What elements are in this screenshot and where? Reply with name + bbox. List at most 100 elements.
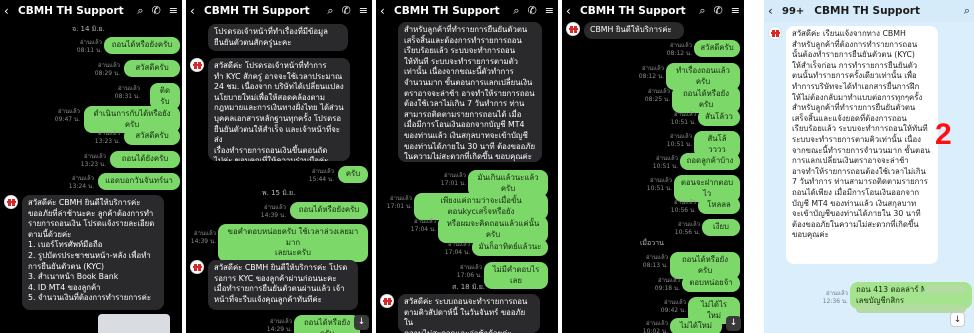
message-time: อ่านแล้ว 09:47 น.: [54, 108, 80, 123]
message-time: อ่านแล้ว 08:11 น.: [76, 39, 102, 54]
search-icon[interactable]: ⌕: [513, 4, 519, 18]
chat-body: สำหรับลูกค้าที่ทำรายการยืนยันตัวตน เสร็จ…: [376, 22, 558, 333]
redacted-text: [856, 305, 966, 313]
redacted-text: [924, 285, 966, 293]
message-time: อ่านแล้ว 13:24 น.: [68, 175, 94, 190]
phone-icon[interactable]: ✆: [528, 4, 537, 18]
outgoing-message: ถอนได้หรือยังครับ: [294, 315, 360, 333]
phone-icon[interactable]: ✆: [152, 4, 161, 18]
chat-body: สวัสดีค่ะ เรียนแจ้งจากทาง CBMH สำหรับลูก…: [764, 22, 974, 333]
search-icon[interactable]: ⌕: [699, 4, 705, 18]
cbmh-avatar-icon: [4, 195, 18, 209]
chat-panel-4: ‹ CBMH TH Support ⌕ ✆ ≡ CBMH ยินดีให้บริ…: [562, 0, 744, 333]
menu-icon[interactable]: ≡: [731, 4, 740, 18]
message-time: อ่านแล้ว 08:31 น.: [114, 85, 140, 100]
menu-icon[interactable]: ≡: [359, 4, 368, 18]
search-icon[interactable]: ⌕: [964, 4, 970, 18]
menu-icon[interactable]: ≡: [545, 4, 554, 18]
back-arrow-icon[interactable]: ‹: [190, 4, 204, 18]
chat-title: CBMH TH Support: [814, 5, 920, 17]
outgoing-message: ไม่มีคำตอบไรเลย: [484, 262, 548, 290]
message-time: อ่านแล้ว 08:25 น.: [644, 88, 670, 103]
message-time: อ่านแล้ว 10:51 น.: [646, 177, 672, 192]
message-time: อ่านแล้ว 14:39 น.: [260, 204, 286, 219]
back-arrow-icon[interactable]: ‹: [768, 4, 782, 18]
search-icon[interactable]: ⌕: [327, 4, 333, 18]
chat-title: CBMH TH Support: [580, 5, 686, 17]
message-time: อ่านแล้ว 10:56 น.: [674, 221, 700, 236]
phone-icon[interactable]: ✆: [342, 4, 351, 18]
incoming-message: CBMH ยินดีให้บริการค่ะ: [584, 22, 684, 39]
message-time: อ่านแล้ว 12:36 น.: [822, 290, 848, 305]
chat-title: CBMH TH Support: [204, 5, 310, 17]
chat-title: CBMH TH Support: [394, 5, 500, 17]
chat-body: CBMH ยินดีให้บริการค่ะ อ่านแล้ว 08:12 น.…: [562, 22, 744, 333]
back-arrow-icon[interactable]: ‹: [566, 4, 580, 18]
message-time: อ่านแล้ว 08:12 น.: [638, 65, 664, 80]
outgoing-message: สวัสดีครับ: [124, 128, 180, 145]
scroll-down-icon[interactable]: ↓: [950, 312, 965, 327]
message-time: อ่านแล้ว 08:29 น.: [94, 62, 120, 77]
chat-header: ‹ CBMH TH Support ⌕ ✆ ≡: [376, 0, 558, 22]
message-time: อ่านแล้ว 08:12 น.: [666, 42, 692, 57]
incoming-message: สวัสดีค่ะ เรียนแจ้งจากทาง CBMH สำหรับลูก…: [786, 26, 938, 264]
message-time: อ่านแล้ว 17:06 น.: [456, 264, 482, 279]
menu-icon[interactable]: ≡: [169, 4, 178, 18]
chat-title: CBMH TH Support: [18, 5, 124, 17]
date-separator: พ. 15 มิ.ย.: [262, 189, 296, 197]
date-separator: เมื่อวาน: [640, 239, 664, 247]
chat-panel-2: ‹ CBMH TH Support ⌕ ✆ ≡ โปรดรอเจ้าหน้าที…: [186, 0, 372, 333]
back-arrow-icon[interactable]: ‹: [380, 4, 394, 18]
outgoing-message: ไม่ได้ใหม่: [670, 318, 722, 333]
annotation-number-2: 2: [935, 118, 952, 151]
chat-header: ‹ CBMH TH Support ⌕ ✆ ≡: [562, 0, 744, 22]
outgoing-message: โหลลล: [698, 197, 740, 214]
message-time: อ่านแล้ว 17:04 น.: [444, 241, 470, 256]
message-time: อ่านแล้ว 10:56 น.: [670, 199, 696, 214]
image-attachment[interactable]: [98, 314, 170, 333]
chat-header: ‹ CBMH TH Support ⌕ ✆ ≡: [0, 0, 182, 22]
search-icon[interactable]: ⌕: [137, 4, 143, 18]
back-arrow-icon[interactable]: ‹: [4, 4, 18, 18]
message-time: อ่านแล้ว 17:01 น.: [440, 172, 466, 187]
message-time: อ่านแล้ว 09:42 น.: [660, 299, 686, 314]
message-time: อ่านแล้ว 08:13 น.: [642, 254, 668, 269]
message-time: อ่านแล้ว 10:51 น.: [652, 155, 678, 170]
scroll-down-icon[interactable]: ↓: [726, 316, 741, 331]
screenshot-collage: ‹ CBMH TH Support ⌕ ✆ ≡ จ. 14 มิ.ย. อ่าน…: [0, 0, 974, 333]
incoming-message: สวัสดีค่ะ โปรดรอเจ้าหน้าที่ทำการ ทำ KYC …: [208, 58, 350, 161]
incoming-message: โปรดรอเจ้าหน้าที่ทำเรื่องที่มีข้อมูล ยืน…: [208, 24, 348, 52]
outgoing-message: สวัสดีครับ: [694, 40, 740, 57]
message-time: อ่านแล้ว 10:02 น.: [642, 320, 668, 333]
outgoing-message: แอดบอกวันจันทร์นา: [98, 173, 180, 190]
cbmh-avatar-icon: [380, 294, 394, 308]
outgoing-message: ถอนได้ยังครับ: [110, 151, 180, 168]
cbmh-avatar-icon: [768, 26, 782, 40]
chat-panel-3: ‹ CBMH TH Support ⌕ ✆ ≡ สำหรับลูกค้าที่ท…: [376, 0, 609, 333]
chat-body: โปรดรอเจ้าหน้าที่ทำเรื่องที่มีข้อมูล ยืน…: [186, 22, 372, 333]
date-separator: จ. 14 มิ.ย.: [72, 25, 105, 33]
incoming-message: สวัสดีค่ะ CBMH ยินดีให้บริการค่ะ โปรด รอ…: [208, 260, 358, 310]
message-time: อ่านแล้ว 14:39 น.: [190, 230, 216, 245]
outgoing-message: ตอบหน่อยจ้า: [682, 275, 740, 292]
outgoing-message: ถอดลูกค้าบ้าง: [680, 153, 740, 170]
outgoing-message: เงียบ: [702, 219, 740, 236]
message-time: อ่านแล้ว 10:51 น.: [670, 111, 696, 126]
message-time: อ่านแล้ว 15:44 น.: [308, 168, 334, 183]
cbmh-avatar-icon: [566, 22, 580, 36]
outgoing-message: มันก็อาทิตย์แล้วนะ: [472, 239, 548, 256]
incoming-message: สำหรับลูกค้าที่ทำรายการยืนยันตัวตน เสร็จ…: [398, 22, 542, 162]
message-time: อ่านแล้ว 17:01 น.: [386, 195, 412, 210]
outgoing-message: สวัสดีครับ: [124, 60, 180, 77]
scroll-down-icon[interactable]: ↓: [354, 315, 369, 330]
phone-icon[interactable]: ✆: [714, 4, 723, 18]
chat-body: จ. 14 มิ.ย. อ่านแล้ว 08:11 น. ถอนได้หรือ…: [0, 22, 182, 333]
message-time: อ่านแล้ว 17:04 น.: [410, 218, 436, 233]
chat-header: ‹ CBMH TH Support ⌕ ✆ ≡: [186, 0, 372, 22]
message-time: อ่านแล้ว 10:51 น.: [666, 133, 692, 148]
outgoing-message: ถอนได้หรือยังครับ: [290, 202, 368, 219]
cbmh-avatar-icon: [190, 260, 204, 274]
message-time: อ่านแล้ว 13:23 น.: [94, 130, 120, 145]
chat-header: ‹ 99+ CBMH TH Support ⌕: [764, 0, 974, 22]
message-time: อ่านแล้ว 14:29 น.: [266, 318, 292, 333]
